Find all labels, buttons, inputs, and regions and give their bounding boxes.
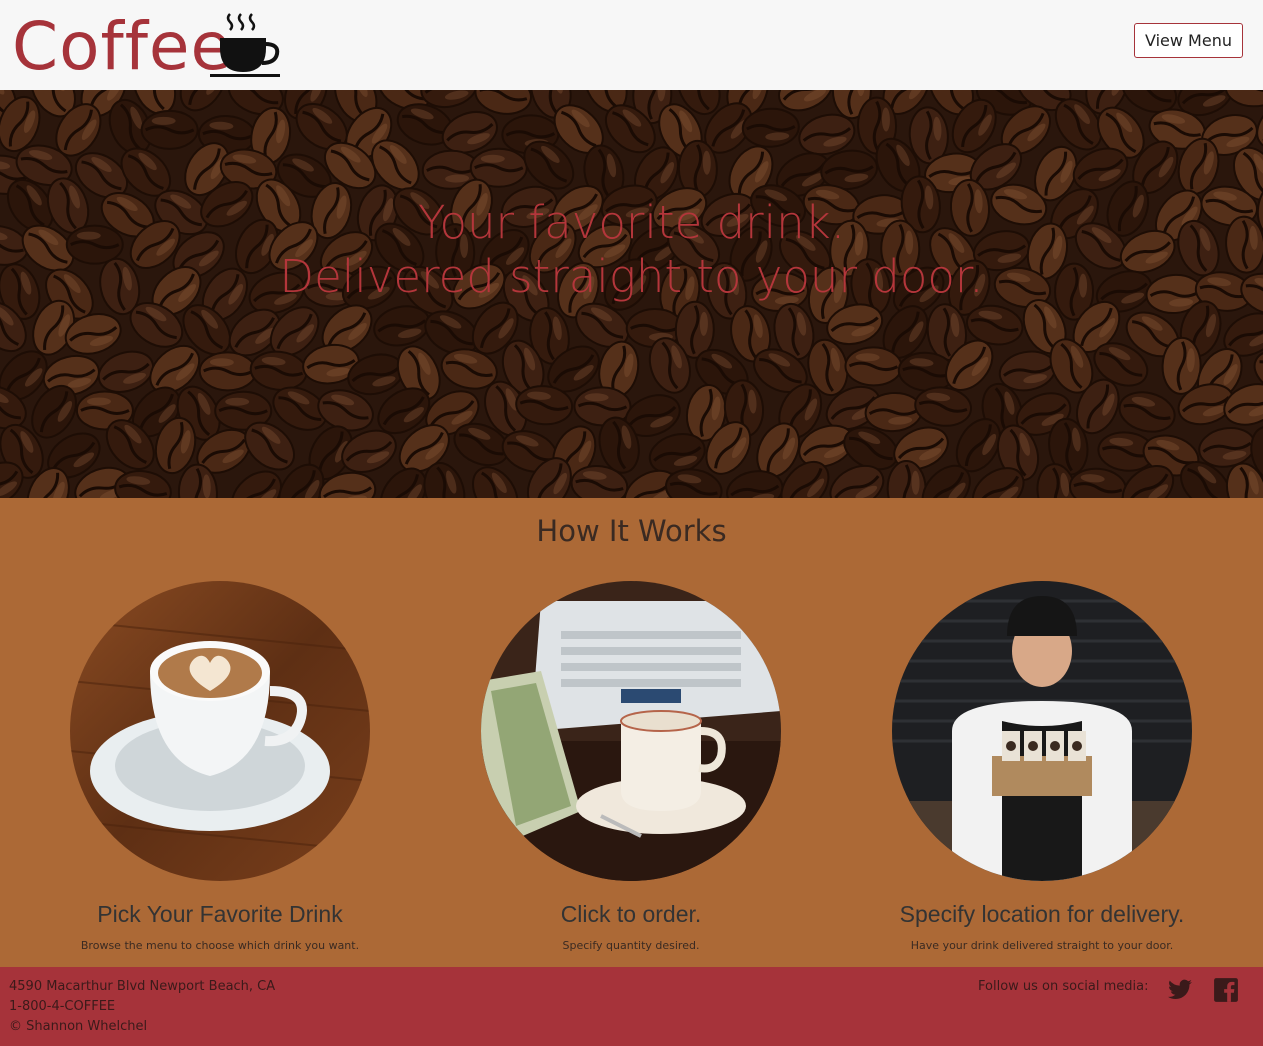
twitter-icon[interactable] bbox=[1167, 977, 1193, 1003]
hero-banner: Your favorite drink. Delivered straight … bbox=[0, 90, 1263, 498]
follow-label: Follow us on social media: bbox=[978, 979, 1149, 994]
latte-art-image bbox=[70, 581, 370, 881]
footer-copyright: © Shannon Whelchel bbox=[9, 1019, 148, 1034]
section-title: How It Works bbox=[536, 514, 727, 548]
step-title: Click to order. bbox=[560, 901, 702, 927]
laptop-coffee-image bbox=[481, 581, 781, 881]
steaming-cup-icon bbox=[210, 13, 280, 77]
site-footer: 4590 Macarthur Blvd Newport Beach, CA 1-… bbox=[0, 967, 1263, 1046]
step-description: Specify quantity desired. bbox=[562, 939, 700, 952]
view-menu-button[interactable]: View Menu bbox=[1134, 23, 1243, 58]
footer-phone: 1-800-4-COFFEE bbox=[9, 999, 116, 1014]
step-title: Specify location for delivery. bbox=[899, 901, 1185, 927]
step-description: Have your drink delivered straight to yo… bbox=[910, 939, 1174, 952]
delivery-person-image bbox=[892, 581, 1192, 881]
site-header: Coffee View Menu bbox=[0, 0, 1263, 90]
hero-headline-line1: Your favorite drink. bbox=[417, 196, 846, 249]
logo-text[interactable]: Coffee bbox=[12, 8, 232, 86]
step-title: Pick Your Favorite Drink bbox=[97, 901, 343, 927]
footer-address: 4590 Macarthur Blvd Newport Beach, CA bbox=[9, 979, 276, 994]
step-description: Browse the menu to choose which drink yo… bbox=[80, 939, 360, 952]
facebook-icon[interactable] bbox=[1213, 977, 1239, 1003]
hero-headline-line2: Delivered straight to your door. bbox=[279, 250, 984, 303]
how-it-works-section: How It Works Pick Your Favorite Drink Br… bbox=[0, 498, 1263, 967]
